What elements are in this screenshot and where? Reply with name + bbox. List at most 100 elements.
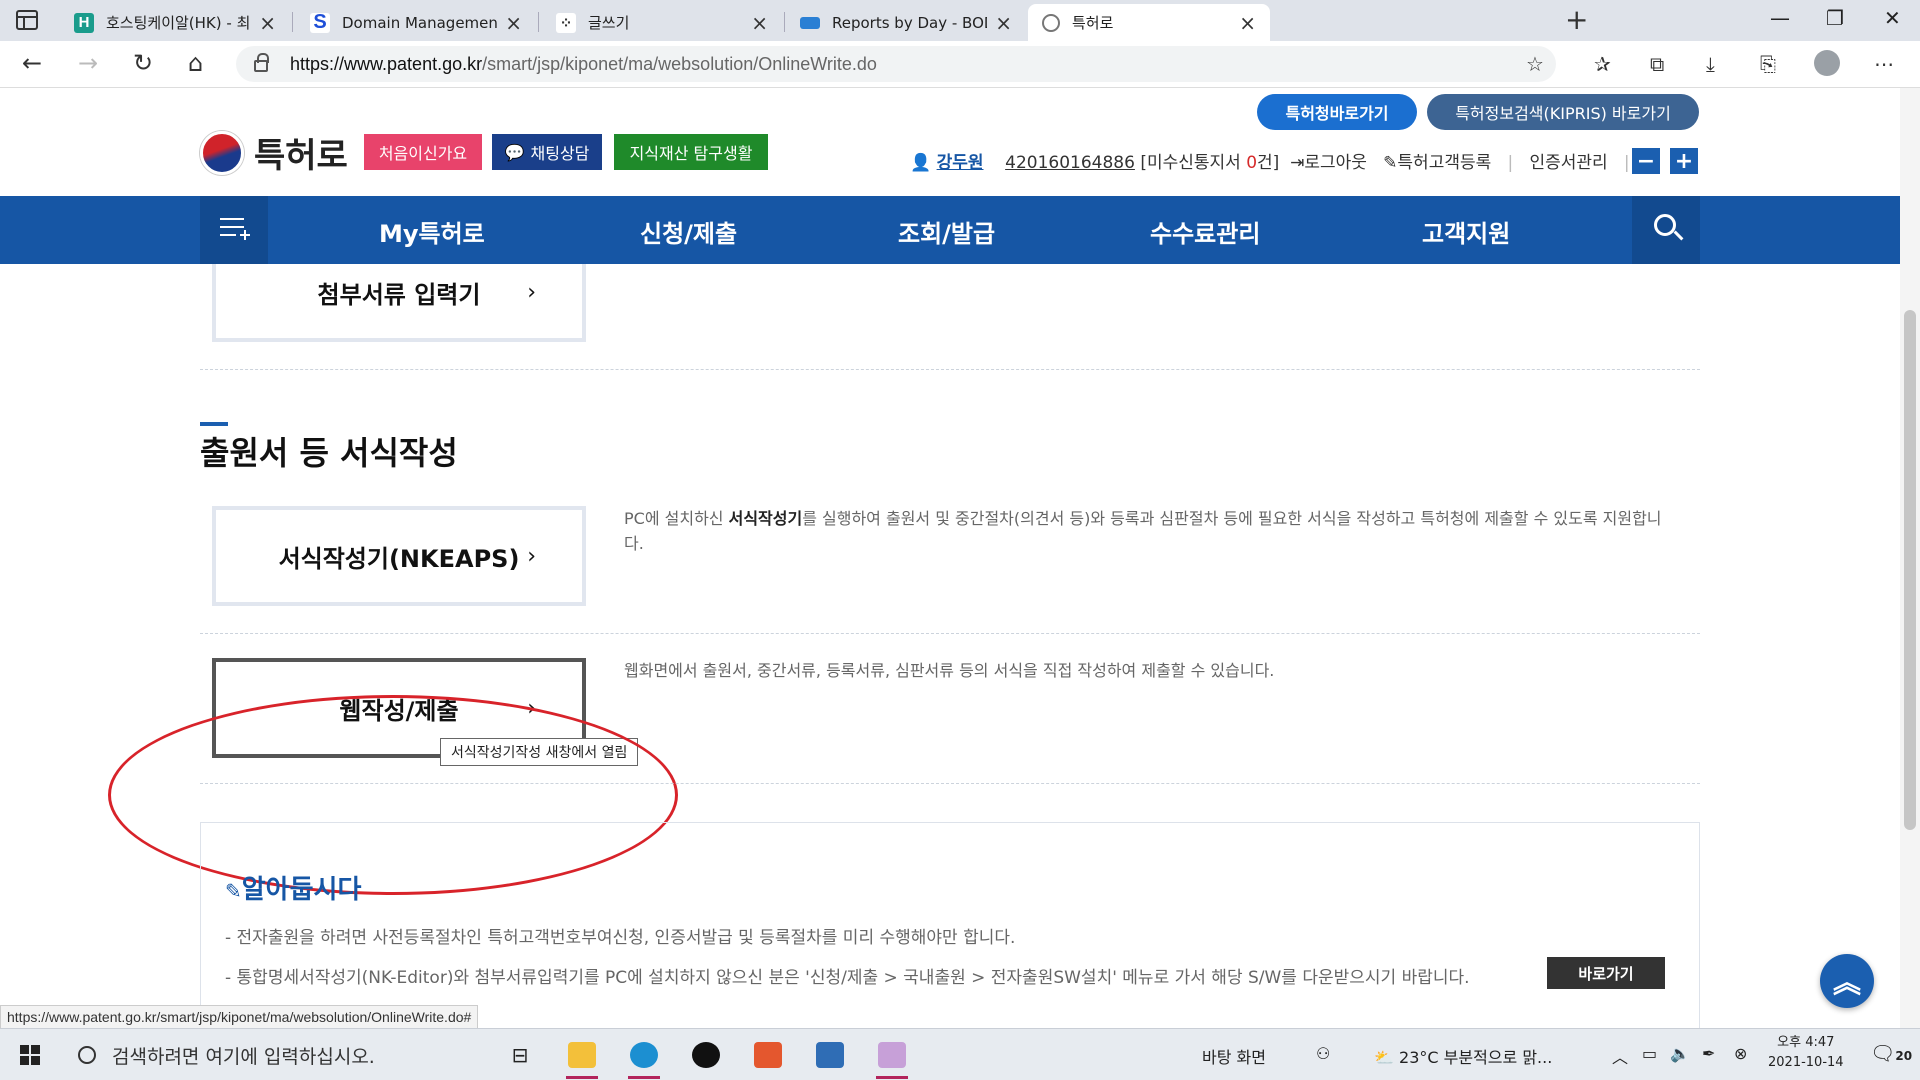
chat-consult-button[interactable]: 💬 채팅상담 [492, 134, 602, 170]
first-visit-button[interactable]: 처음이신가요 [364, 134, 482, 170]
web-page: 특허청바로가기 특허정보검색(KIPRIS) 바로가기 특허로 처음이신가요 💬… [0, 88, 1900, 1028]
close-icon[interactable]: × [751, 11, 768, 35]
unread-suffix: 건] [1257, 153, 1280, 173]
new-tab-icon[interactable]: + [1565, 3, 1588, 36]
profile-avatar[interactable] [1814, 50, 1840, 76]
show-hidden-icons[interactable]: ︿ [1612, 1044, 1628, 1068]
tab-hosting[interactable]: H 호스팅케이알(HK) - 최저가 COM × [60, 4, 290, 41]
tab-divider [784, 12, 785, 32]
taskbar-clock[interactable]: 오후 4:47 2021-10-14 [1768, 1033, 1844, 1073]
people-icon[interactable]: ⚇ [1316, 1044, 1330, 1063]
pencil-icon: ✎ [1383, 153, 1398, 173]
nkeaps-description: PC에 설치하신 서식작성기를 실행하여 출원서 및 중간절차(의견서 등)와 … [624, 506, 1674, 556]
desktop-toolbar-label[interactable]: 바탕 화면 [1202, 1044, 1266, 1068]
tab-domain-management[interactable]: S Domain Management × [296, 4, 536, 41]
close-icon[interactable]: × [259, 11, 276, 35]
logout-link[interactable]: 로그아웃 [1304, 153, 1367, 173]
customer-number-link[interactable]: 420160164886 [1005, 153, 1135, 173]
nkeaps-desc-text: PC에 설치하신 [624, 509, 729, 528]
presentation-app-icon[interactable] [748, 1037, 788, 1073]
lock-icon[interactable] [254, 53, 269, 72]
logo-text: 특허로 [254, 136, 348, 176]
windows-start-icon[interactable] [20, 1045, 40, 1065]
site-logo[interactable]: 특허로 [200, 128, 348, 177]
pencil-icon: ✎ [225, 879, 242, 903]
web-write-description: 웹화면에서 출원서, 중간서류, 등록서류, 심판서류 등의 서식을 직접 작성… [624, 661, 1275, 680]
pen-icon[interactable]: ✒ [1702, 1044, 1715, 1063]
user-icon: 👤 [910, 153, 932, 173]
volume-icon[interactable]: 🔈 [1670, 1044, 1690, 1063]
favorites-icon[interactable]: ✰ [1594, 52, 1611, 76]
close-icon[interactable]: × [1239, 11, 1256, 35]
nav-my-patent[interactable]: My특허로 [379, 214, 485, 249]
register-link[interactable]: 특허고객등록 [1397, 153, 1491, 173]
downloads-icon[interactable]: ⤓ [1706, 52, 1715, 76]
zoom-out-button[interactable]: − [1632, 148, 1660, 174]
nav-apply-submit[interactable]: 신청/제출 [640, 214, 737, 249]
kipris-shortcut-button[interactable]: 특허정보검색(KIPRIS) 바로가기 [1427, 94, 1699, 130]
clock-time: 오후 4:47 [1777, 1035, 1835, 1050]
close-icon[interactable]: × [505, 11, 522, 35]
close-circle-icon[interactable]: ⊗ [1734, 1044, 1747, 1063]
user-bar: 👤 강두원 420160164886 [미수신통지서 0건] ⇥로그아웃 ✎특허… [910, 148, 1630, 173]
collections-icon[interactable]: ⧉ [1650, 52, 1664, 76]
task-view-icon[interactable]: ⊟ [500, 1037, 540, 1073]
nav-customer-support[interactable]: 고객지원 [1422, 214, 1510, 249]
chat-bubble-icon: 💬 [504, 142, 525, 162]
notification-center-icon[interactable]: 🗨20 [1870, 1041, 1912, 1065]
user-name-link[interactable]: 강두원 [937, 153, 984, 173]
search-icon[interactable] [1632, 196, 1700, 264]
screenshot-icon[interactable]: ⎘ [1760, 52, 1776, 76]
notification-count: 20 [1895, 1049, 1913, 1063]
unread-count[interactable]: 0 [1246, 153, 1257, 173]
home-icon[interactable]: ⌂ [188, 49, 203, 77]
tiktok-icon[interactable] [686, 1037, 726, 1073]
scrollbar-thumb[interactable] [1904, 310, 1916, 830]
kipo-shortcut-button[interactable]: 특허청바로가기 [1257, 94, 1417, 130]
minimize-icon[interactable]: — [1770, 6, 1790, 30]
url-host: https://www.patent.go.kr [290, 54, 483, 74]
tab-actions-icon[interactable] [16, 10, 38, 30]
attach-input-label: 첨부서류 입력기 [317, 280, 481, 309]
nav-fee-management[interactable]: 수수료관리 [1150, 214, 1260, 249]
close-icon[interactable]: × [995, 11, 1012, 35]
tab-bodis-reports[interactable]: Reports by Day - BODIS. Smart D × [786, 4, 1026, 41]
zoom-in-button[interactable]: + [1670, 148, 1698, 174]
scroll-to-top-icon[interactable]: ︽ [1820, 954, 1874, 1008]
notice-title-text: 알아둡시다 [241, 875, 362, 905]
s-logo-icon: S [310, 11, 330, 33]
file-explorer-icon[interactable] [562, 1037, 602, 1079]
forward-icon[interactable]: → [78, 49, 98, 77]
logout-icon: ⇥ [1290, 153, 1305, 173]
add-favorite-icon[interactable]: ☆ [1526, 52, 1544, 76]
url-field[interactable]: https://www.patent.go.kr/smart/jsp/kipon… [236, 46, 1556, 82]
cert-manage-link[interactable]: 인증서관리 [1529, 153, 1607, 173]
tab-patent-ro[interactable]: 특허로 × [1028, 4, 1270, 41]
document-app-icon[interactable] [810, 1037, 850, 1073]
restore-icon[interactable]: ❐ [1826, 6, 1844, 30]
hosting-icon: H [74, 12, 94, 33]
edge-icon[interactable] [624, 1037, 664, 1079]
window-close-icon[interactable]: ✕ [1884, 6, 1901, 30]
notice-line: - 통합명세서작성기(NK-Editor)와 첨부서류입력기를 PC에 설치하지… [225, 968, 1470, 988]
main-navigation: My특허로 신청/제출 조회/발급 수수료관리 고객지원 [0, 196, 1900, 264]
notice-box: ✎알아둡시다 - 전자출원을 하려면 사전등록절차인 특허고객번호부여신청, 인… [200, 822, 1700, 1028]
tab-title: 특허로 [1072, 14, 1114, 32]
back-icon[interactable]: ← [22, 49, 42, 77]
menu-icon[interactable] [200, 196, 268, 264]
ip-explore-button[interactable]: 지식재산 탐구생활 [614, 134, 768, 170]
refresh-icon[interactable]: ↻ [133, 49, 153, 77]
camera-icon[interactable]: ▭ [1642, 1044, 1657, 1063]
taskbar-search[interactable]: 검색하려면 여기에 입력하십시오. [62, 1029, 462, 1080]
browser-tab-bar: H 호스팅케이알(HK) - 최저가 COM × S Domain Manage… [0, 0, 1920, 41]
notice-title: ✎알아둡시다 [225, 869, 361, 906]
clock-date: 2021-10-14 [1768, 1055, 1844, 1070]
paint-app-icon[interactable] [872, 1037, 912, 1079]
nkeaps-button[interactable]: 서식작성기(NKEAPS) › [212, 506, 586, 606]
nav-inquiry-issue[interactable]: 조회/발급 [898, 214, 995, 249]
tab-write[interactable]: ⁘ 글쓰기 × [542, 4, 782, 41]
weather-widget[interactable]: ⛅ 23°C 부분적으로 맑... [1374, 1044, 1552, 1068]
section-title: 출원서 등 서식작성 [200, 434, 458, 472]
more-options-icon[interactable]: ⋯ [1874, 52, 1894, 76]
go-shortcut-button[interactable]: 바로가기 [1547, 957, 1665, 989]
